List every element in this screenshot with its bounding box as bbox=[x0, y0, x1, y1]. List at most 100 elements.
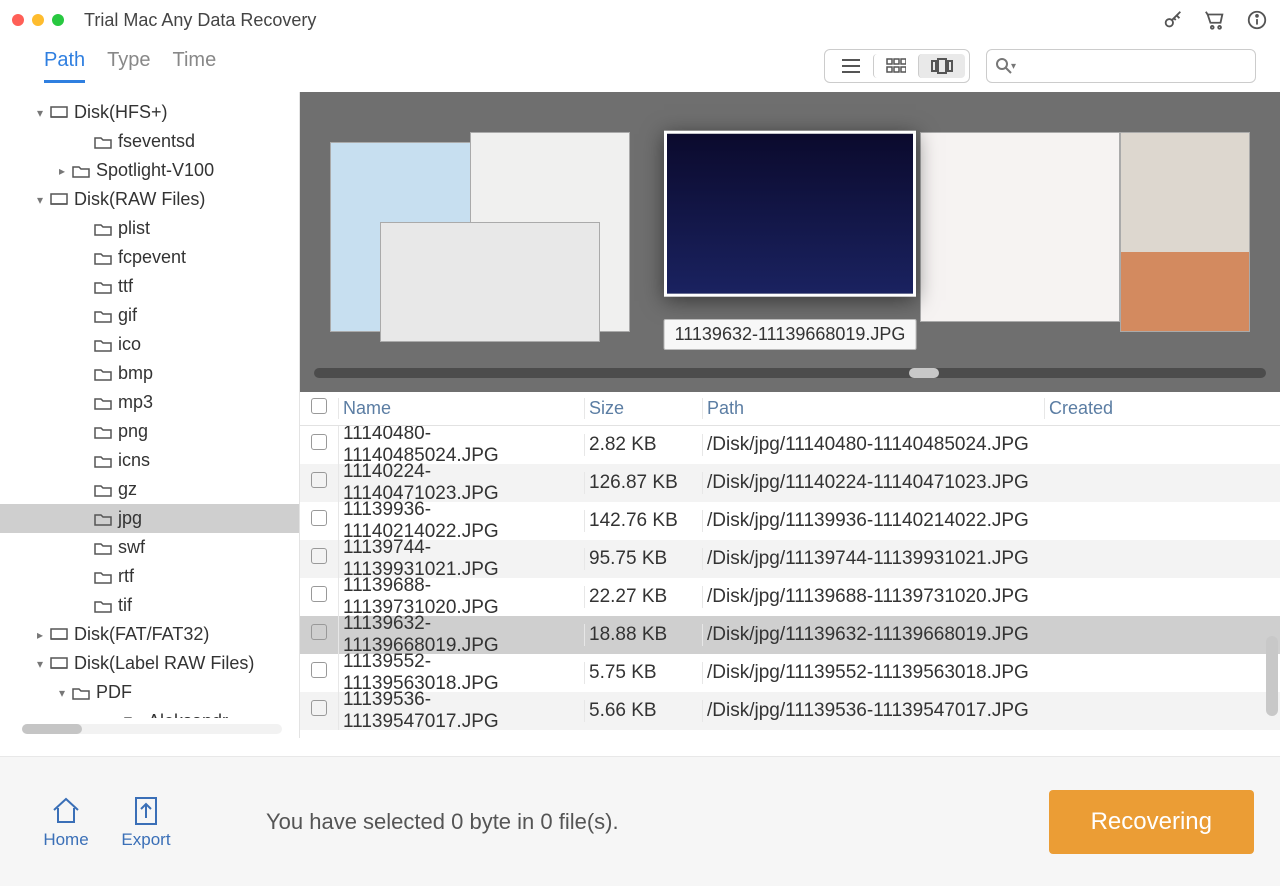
row-checkbox[interactable] bbox=[311, 510, 327, 526]
minimize-window[interactable] bbox=[32, 14, 44, 26]
tree-swf[interactable]: swf bbox=[0, 533, 299, 562]
table-row[interactable]: 11140480-11140485024.JPG2.82 KB/Disk/jpg… bbox=[300, 426, 1280, 464]
tree-label: Spotlight-V100 bbox=[96, 160, 214, 181]
tree-disk-fat[interactable]: ▸Disk(FAT/FAT32) bbox=[0, 620, 299, 649]
table-row[interactable]: 11139744-11139931021.JPG95.75 KB/Disk/jp… bbox=[300, 540, 1280, 578]
tree-rtf[interactable]: rtf bbox=[0, 562, 299, 591]
tree-label: ico bbox=[118, 334, 141, 355]
tab-type[interactable]: Type bbox=[107, 49, 150, 83]
path-tree-sidebar: ▾ Disk(HFS+) fseventsd ▸ Spotlight-V100 … bbox=[0, 92, 300, 738]
tree-label: Disk(Label RAW Files) bbox=[74, 653, 254, 674]
tree-label: jpg bbox=[118, 508, 142, 529]
coverflow-scrollbar[interactable] bbox=[314, 368, 1266, 378]
column-path[interactable]: Path bbox=[702, 398, 1044, 419]
tab-path[interactable]: Path bbox=[44, 49, 85, 83]
tree-disk-label-raw[interactable]: ▾Disk(Label RAW Files) bbox=[0, 649, 299, 678]
tree-icns[interactable]: icns bbox=[0, 446, 299, 475]
tree-label: plist bbox=[118, 218, 150, 239]
tree-aleksandr[interactable]: Aleksandr bbox=[0, 707, 299, 718]
row-checkbox[interactable] bbox=[311, 472, 327, 488]
sidebar-scrollbar[interactable] bbox=[22, 724, 282, 734]
coverflow-filename: 11139632-11139668019.JPG bbox=[664, 319, 917, 350]
row-checkbox[interactable] bbox=[311, 662, 327, 678]
tree-png[interactable]: png bbox=[0, 417, 299, 446]
cell-path: /Disk/jpg/11139936-11140214022.JPG bbox=[702, 510, 1044, 532]
window-controls bbox=[12, 14, 64, 26]
tree-label: fcpevent bbox=[118, 247, 186, 268]
coverflow-thumb[interactable] bbox=[380, 222, 600, 342]
tree-ico[interactable]: ico bbox=[0, 330, 299, 359]
list-view-icon[interactable] bbox=[829, 54, 873, 78]
coverflow-view-icon[interactable] bbox=[918, 54, 965, 78]
tree-gif[interactable]: gif bbox=[0, 301, 299, 330]
tree-pdf[interactable]: ▾PDF bbox=[0, 678, 299, 707]
coverflow-thumb[interactable] bbox=[1120, 132, 1250, 332]
cell-size: 142.76 KB bbox=[584, 510, 702, 532]
coverflow-preview: 11139632-11139668019.JPG bbox=[300, 92, 1280, 392]
tab-time[interactable]: Time bbox=[173, 49, 217, 83]
tree-tif[interactable]: tif bbox=[0, 591, 299, 620]
tree-mp3[interactable]: mp3 bbox=[0, 388, 299, 417]
row-checkbox[interactable] bbox=[311, 548, 327, 564]
zoom-window[interactable] bbox=[52, 14, 64, 26]
column-name[interactable]: Name bbox=[338, 398, 584, 419]
tree-label: fseventsd bbox=[118, 131, 195, 152]
table-row[interactable]: 11139936-11140214022.JPG142.76 KB/Disk/j… bbox=[300, 502, 1280, 540]
home-label: Home bbox=[43, 830, 88, 850]
cell-size: 18.88 KB bbox=[584, 624, 702, 646]
cell-path: /Disk/jpg/11139744-11139931021.JPG bbox=[702, 548, 1044, 570]
table-row[interactable]: 11139536-11139547017.JPG5.66 KB/Disk/jpg… bbox=[300, 692, 1280, 730]
close-window[interactable] bbox=[12, 14, 24, 26]
cell-path: /Disk/jpg/11140480-11140485024.JPG bbox=[702, 434, 1044, 456]
tree-disk-hfs[interactable]: ▾ Disk(HFS+) bbox=[0, 98, 299, 127]
table-row[interactable]: 11140224-11140471023.JPG126.87 KB/Disk/j… bbox=[300, 464, 1280, 502]
tree-bmp[interactable]: bmp bbox=[0, 359, 299, 388]
home-button[interactable]: Home bbox=[26, 794, 106, 850]
info-icon[interactable] bbox=[1246, 9, 1268, 31]
tree-label: bmp bbox=[118, 363, 153, 384]
row-checkbox[interactable] bbox=[311, 586, 327, 602]
tree-label: gz bbox=[118, 479, 137, 500]
row-checkbox[interactable] bbox=[311, 624, 327, 640]
coverflow-current[interactable] bbox=[664, 131, 916, 297]
tree-label: icns bbox=[118, 450, 150, 471]
table-row[interactable]: 11139632-11139668019.JPG18.88 KB/Disk/jp… bbox=[300, 616, 1280, 654]
cell-path: /Disk/jpg/11139552-11139563018.JPG bbox=[702, 662, 1044, 684]
table-row[interactable]: 11139552-11139563018.JPG5.75 KB/Disk/jpg… bbox=[300, 654, 1280, 692]
key-icon[interactable] bbox=[1162, 9, 1184, 31]
row-checkbox[interactable] bbox=[311, 700, 327, 716]
search-input[interactable]: ▾ bbox=[986, 49, 1256, 83]
select-all-checkbox[interactable] bbox=[311, 398, 327, 414]
recover-button[interactable]: Recovering bbox=[1049, 790, 1254, 854]
tree-fcpevent[interactable]: fcpevent bbox=[0, 243, 299, 272]
cell-size: 2.82 KB bbox=[584, 434, 702, 456]
table-scrollbar[interactable] bbox=[1266, 636, 1278, 716]
table-row[interactable]: 11139688-11139731020.JPG22.27 KB/Disk/jp… bbox=[300, 578, 1280, 616]
tree-plist[interactable]: plist bbox=[0, 214, 299, 243]
row-checkbox[interactable] bbox=[311, 434, 327, 450]
tree-label: mp3 bbox=[118, 392, 153, 413]
cell-path: /Disk/jpg/11139688-11139731020.JPG bbox=[702, 586, 1044, 608]
tree-label: gif bbox=[118, 305, 137, 326]
export-button[interactable]: Export bbox=[106, 794, 186, 850]
selection-status: You have selected 0 byte in 0 file(s). bbox=[266, 809, 619, 835]
cell-size: 5.66 KB bbox=[584, 700, 702, 722]
tree-spotlight[interactable]: ▸ Spotlight-V100 bbox=[0, 156, 299, 185]
cell-size: 126.87 KB bbox=[584, 472, 702, 494]
cart-icon[interactable] bbox=[1204, 9, 1226, 31]
grid-view-icon[interactable] bbox=[873, 54, 918, 78]
tree-label: Disk(HFS+) bbox=[74, 102, 168, 123]
tree-label: PDF bbox=[96, 682, 132, 703]
tree-label: ttf bbox=[118, 276, 133, 297]
tree-jpg[interactable]: jpg bbox=[0, 504, 299, 533]
tree-gz[interactable]: gz bbox=[0, 475, 299, 504]
column-size[interactable]: Size bbox=[584, 398, 702, 419]
file-table-body: 11140480-11140485024.JPG2.82 KB/Disk/jpg… bbox=[300, 426, 1280, 730]
tree-ttf[interactable]: ttf bbox=[0, 272, 299, 301]
column-created[interactable]: Created bbox=[1044, 398, 1280, 419]
tree-fseventsd[interactable]: fseventsd bbox=[0, 127, 299, 156]
title-bar: Trial Mac Any Data Recovery bbox=[0, 0, 1280, 40]
view-mode-group bbox=[824, 49, 970, 83]
coverflow-thumb[interactable] bbox=[920, 132, 1120, 322]
tree-disk-raw[interactable]: ▾ Disk(RAW Files) bbox=[0, 185, 299, 214]
